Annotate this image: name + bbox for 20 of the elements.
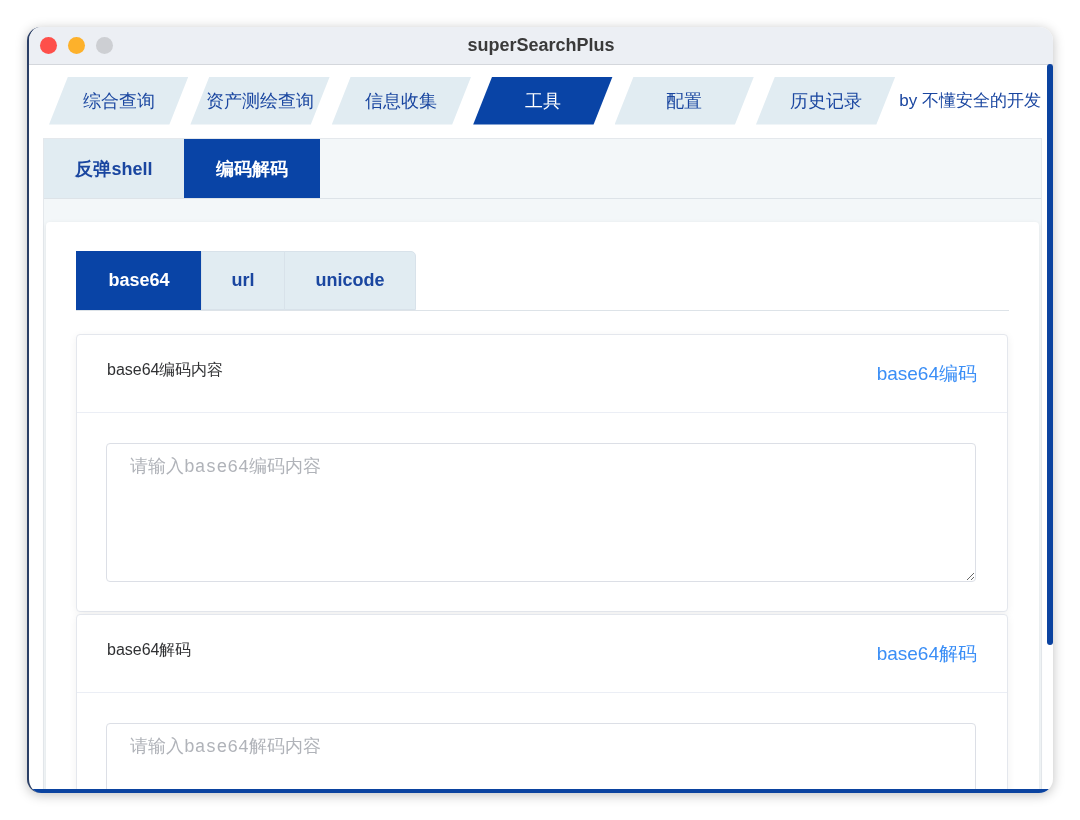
main-tab[interactable]: 信息收集 [331, 76, 472, 125]
section-title: base64解码 [107, 640, 192, 660]
text-area[interactable]: 请输入base64编码内容 [106, 443, 976, 582]
main-tab[interactable]: 资产测绘查询 [190, 76, 330, 125]
zoom-button[interactable] [96, 37, 113, 54]
scrollbar[interactable] [1047, 64, 1053, 645]
close-button[interactable] [40, 37, 57, 54]
codec-tab[interactable]: url [201, 251, 285, 310]
codec-tab[interactable]: base64 [76, 251, 202, 310]
tool-tab[interactable]: 反弹shell [44, 139, 184, 198]
author-credit: by 不懂安全的开发 [899, 90, 1042, 112]
codec-tab[interactable]: unicode [284, 251, 416, 310]
section-title: base64编码内容 [107, 360, 224, 380]
minimize-button[interactable] [68, 37, 85, 54]
tool-tab[interactable]: 编码解码 [184, 139, 320, 198]
window-title: superSearchPlus [467, 35, 615, 56]
main-tab[interactable]: 历史记录 [755, 76, 896, 125]
main-tab[interactable]: 配置 [614, 76, 754, 125]
main-tab[interactable]: 综合查询 [49, 76, 189, 125]
main-tab[interactable]: 工具 [473, 76, 613, 125]
